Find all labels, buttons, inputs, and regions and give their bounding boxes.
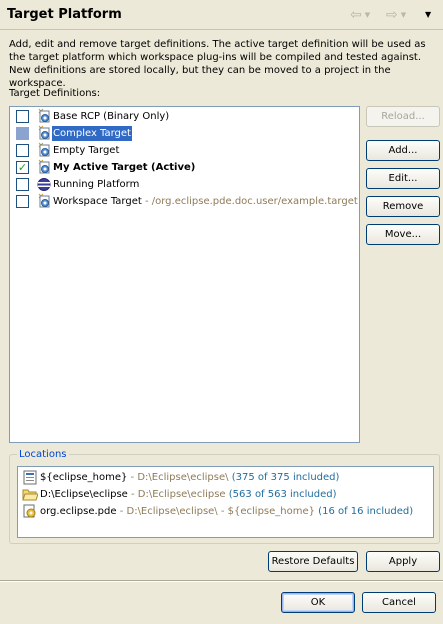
- folder-icon: [22, 489, 38, 501]
- target-row-complex[interactable]: Complex Target: [10, 125, 359, 142]
- forward-dropdown-icon: ▼: [400, 11, 407, 19]
- location-path: - D:\Eclipse\eclipse\: [127, 472, 229, 483]
- target-file-icon: [38, 142, 50, 157]
- remove-button[interactable]: Remove: [366, 196, 440, 217]
- running-platform-icon: [37, 178, 51, 191]
- ok-button[interactable]: OK: [281, 592, 355, 613]
- location-count: (375 of 375 included): [228, 472, 340, 483]
- target-name: Base RCP (Binary Only): [53, 111, 170, 122]
- page-header: Target Platform ⇦ ▼ ⇨ ▼ ▼: [0, 0, 443, 30]
- cancel-button[interactable]: Cancel: [362, 592, 436, 613]
- location-row[interactable]: org.eclipse.pde - D:\Eclipse\eclipse\ - …: [18, 503, 433, 520]
- target-row-workspace[interactable]: Workspace Target - /org.eclipse.pde.doc.…: [10, 193, 359, 210]
- apply-button[interactable]: Apply: [366, 551, 440, 572]
- target-name: Complex Target: [52, 126, 132, 141]
- locations-label: Locations: [17, 448, 69, 461]
- location-count: (563 of 563 included): [225, 489, 337, 500]
- edit-button[interactable]: Edit...: [366, 168, 440, 189]
- forward-button[interactable]: ⇨ ▼: [386, 8, 406, 22]
- target-checkbox[interactable]: [16, 144, 29, 157]
- target-name: Running Platform: [53, 179, 140, 190]
- page-description: Add, edit and remove target definitions.…: [9, 39, 426, 89]
- back-button[interactable]: ⇦ ▼: [350, 8, 370, 22]
- location-count: (16 of 16 included): [315, 506, 414, 517]
- dialog-separator: [0, 580, 443, 582]
- target-definitions-list[interactable]: Base RCP (Binary Only) Complex Target Em…: [9, 106, 360, 443]
- target-checkbox[interactable]: [16, 110, 29, 123]
- target-file-icon: [38, 125, 50, 140]
- target-definitions-label: Target Definitions:: [9, 88, 101, 99]
- add-button[interactable]: Add...: [366, 140, 440, 161]
- locations-list[interactable]: ${eclipse_home} - D:\Eclipse\eclipse\ (3…: [17, 466, 434, 538]
- target-row-base-rcp[interactable]: Base RCP (Binary Only): [10, 108, 359, 125]
- target-location: - /org.eclipse.pde.doc.user/example.targ…: [141, 196, 358, 207]
- view-menu-icon[interactable]: ▼: [425, 11, 431, 19]
- move-button[interactable]: Move...: [366, 224, 440, 245]
- back-arrow-icon: ⇦: [350, 7, 362, 23]
- target-checkbox-checked[interactable]: ✓: [16, 161, 29, 174]
- target-checkbox[interactable]: [16, 195, 29, 208]
- target-name: My Active Target (Active): [53, 162, 196, 173]
- locations-group: Locations ${eclipse_home} - D:\Eclipse\e…: [9, 448, 440, 544]
- location-name: org.eclipse.pde: [40, 506, 117, 517]
- location-path: - D:\Eclipse\eclipse\ - ${eclipse_home}: [116, 506, 315, 517]
- forward-arrow-icon: ⇨: [386, 7, 398, 23]
- target-name: Empty Target: [53, 145, 120, 156]
- back-dropdown-icon: ▼: [364, 11, 371, 19]
- target-file-icon: [38, 108, 50, 123]
- reload-button[interactable]: Reload...: [366, 106, 440, 127]
- target-name-text: Workspace Target: [53, 196, 142, 207]
- location-row[interactable]: D:\Eclipse\eclipse - D:\Eclipse\eclipse …: [18, 486, 433, 503]
- target-checkbox[interactable]: [16, 127, 29, 140]
- target-row-running-platform[interactable]: Running Platform: [10, 176, 359, 193]
- page-title: Target Platform: [7, 7, 122, 22]
- location-path: - D:\Eclipse\eclipse: [127, 489, 226, 500]
- installation-icon: [23, 470, 37, 485]
- location-row[interactable]: ${eclipse_home} - D:\Eclipse\eclipse\ (3…: [18, 469, 433, 486]
- feature-icon: [23, 504, 36, 518]
- location-name: ${eclipse_home}: [40, 472, 128, 483]
- target-file-icon: [38, 159, 50, 174]
- location-name: D:\Eclipse\eclipse: [40, 489, 128, 500]
- target-name: Workspace Target - /org.eclipse.pde.doc.…: [52, 194, 359, 209]
- target-file-icon: [38, 193, 50, 208]
- target-checkbox[interactable]: [16, 178, 29, 191]
- target-row-empty[interactable]: Empty Target: [10, 142, 359, 159]
- restore-defaults-button[interactable]: Restore Defaults: [268, 551, 358, 572]
- target-row-active[interactable]: ✓ My Active Target (Active): [10, 159, 359, 176]
